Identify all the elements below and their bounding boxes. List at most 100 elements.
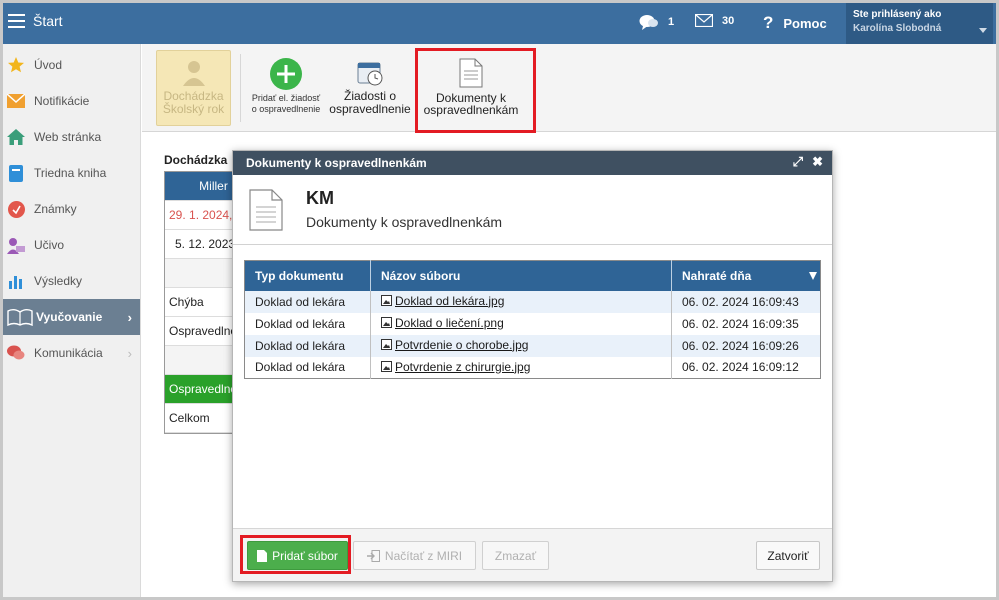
sort-desc-icon[interactable] — [809, 272, 817, 280]
file-name: Doklad od lekára.jpg — [395, 293, 505, 308]
sidebar-item-komunikacia[interactable]: Komunikácia › — [3, 335, 140, 371]
file-name-cell: Doklad o liečení.png — [370, 312, 672, 335]
documents-dialog: Dokumenty k ospravedlnenkám ⤢ ✖ KM Dokum… — [232, 150, 833, 582]
user-label: Ste prihlásený ako — [853, 9, 942, 20]
help-button[interactable]: ? Pomoc — [763, 13, 827, 33]
uploaded-date-cell: 06. 02. 2024 16:09:26 — [671, 334, 821, 357]
delete-label: Zmazať — [494, 548, 537, 563]
table-row — [165, 346, 234, 375]
messages-count: 1 — [668, 16, 675, 28]
excuse-requests-button[interactable]: Žiadosti o ospravedlnenie — [326, 59, 414, 116]
sidebar-item-label: Učivo — [34, 238, 65, 252]
sidebar: Úvod Notifikácie Web stránka Triedna kni… — [3, 44, 141, 597]
file-link[interactable]: Potvrdenie z chirurgie.jpg — [381, 360, 530, 374]
add-excuse-request-button[interactable]: Pridať el. žiadosť o ospravedlnenie — [251, 57, 321, 115]
attendance-year-button[interactable]: Dochádzka Školský rok — [156, 50, 231, 126]
image-file-icon — [381, 317, 392, 329]
sidebar-item-uvod[interactable]: Úvod — [3, 47, 140, 83]
sidebar-item-notifikacie[interactable]: Notifikácie — [3, 83, 140, 119]
mail-button[interactable]: 30 — [695, 14, 734, 27]
sidebar-item-znamky[interactable]: Známky — [3, 191, 140, 227]
user-name: Karolína Slobodná — [853, 23, 942, 34]
chat-bubbles-icon — [639, 15, 658, 30]
file-name-cell: Potvrdenie z chirurgie.jpg — [370, 356, 672, 379]
sidebar-item-label: Notifikácie — [34, 94, 90, 108]
sidebar-item-triedna-kniha[interactable]: Triedna kniha — [3, 155, 140, 191]
table-row[interactable]: Doklad od lekára Doklad od lekára.jpg 06… — [244, 290, 821, 313]
attendance-table: Miller 29. 1. 2024, 5. 12. 2023 Chýba Os… — [164, 171, 234, 434]
sidebar-item-label: Výsledky — [34, 274, 83, 288]
top-bar: Štart 1 30 ? Pomoc Ste prihlásený ako Ka… — [3, 3, 996, 44]
bar-chart-icon — [7, 272, 25, 290]
file-name: Doklad o liečení.png — [395, 315, 504, 330]
sidebar-item-web-stranka[interactable]: Web stránka — [3, 119, 140, 155]
chat-icon — [7, 344, 25, 362]
table-row — [165, 259, 234, 288]
messages-button[interactable]: 1 — [639, 14, 674, 30]
sidebar-item-label: Úvod — [34, 58, 63, 72]
document-type-cell: Doklad od lekára — [244, 356, 371, 379]
plus-circle-icon — [251, 57, 321, 91]
image-file-icon — [381, 295, 392, 307]
file-name-cell: Doklad od lekára.jpg — [370, 290, 672, 313]
star-icon — [7, 56, 25, 74]
calendar-clock-icon — [326, 59, 414, 87]
table-row-excused-summary: Ospravedlnené — [165, 375, 234, 404]
document-type-cell: Doklad od lekára — [244, 334, 371, 357]
help-label: Pomoc — [783, 15, 827, 31]
dialog-title: KM — [306, 188, 334, 208]
sidebar-item-label: Komunikácia — [34, 346, 103, 360]
column-header-uploaded[interactable]: Nahraté dňa — [671, 260, 821, 291]
table-row[interactable]: Doklad od lekára Potvrdenie z chirurgie.… — [244, 356, 821, 379]
table-row[interactable]: Doklad od lekára Doklad o liečení.png 06… — [244, 312, 821, 335]
close-icon[interactable]: ✖ — [812, 155, 823, 168]
app-frame: Štart 1 30 ? Pomoc Ste prihlásený ako Ka… — [0, 0, 999, 600]
image-file-icon — [381, 339, 392, 351]
file-link[interactable]: Doklad od lekára.jpg — [381, 294, 504, 308]
user-menu[interactable]: Ste prihlásený ako Karolína Slobodná — [846, 3, 993, 44]
attendance-section-title: Dochádzka — [164, 153, 228, 167]
hamburger-menu-icon[interactable] — [8, 14, 25, 28]
excuse-requests-label: Žiadosti o ospravedlnenie — [329, 89, 411, 116]
column-header-uploaded-label: Nahraté dňa — [682, 268, 752, 283]
delete-button[interactable]: Zmazať — [482, 541, 549, 570]
import-icon — [366, 549, 380, 562]
chevron-right-icon: › — [127, 346, 132, 361]
app-title[interactable]: Štart — [33, 13, 63, 29]
file-link[interactable]: Potvrdenie o chorobe.jpg — [381, 338, 528, 352]
table-row-absence: Chýba — [165, 288, 234, 317]
uploaded-date-cell: 06. 02. 2024 16:09:35 — [682, 316, 799, 331]
file-link[interactable]: Doklad o liečení.png — [381, 316, 504, 330]
person-icon — [157, 58, 230, 86]
sidebar-item-vysledky[interactable]: Výsledky — [3, 263, 140, 299]
add-excuse-request-label: Pridať el. žiadosť o ospravedlnenie — [251, 93, 321, 114]
document-icon — [249, 189, 283, 234]
sidebar-item-label: Web stránka — [34, 130, 102, 144]
attendance-year-label: Dochádzka Školský rok — [162, 89, 225, 116]
toolbar-separator — [240, 54, 241, 122]
file-name: Potvrdenie z chirurgie.jpg — [395, 359, 531, 374]
dialog-header-title: Dokumenty k ospravedlnenkám — [246, 156, 427, 170]
table-date-cell: 29. 1. 2024, — [165, 201, 234, 230]
sidebar-item-vyucovanie[interactable]: Vyučovanie › — [3, 299, 140, 335]
sidebar-item-ucivo[interactable]: Učivo — [3, 227, 140, 263]
envelope-icon — [695, 14, 713, 27]
sidebar-item-label: Vyučovanie — [36, 310, 103, 324]
table-row-total: Celkom — [165, 404, 234, 433]
highlight-documents-button — [415, 48, 536, 133]
close-button[interactable]: Zatvoriť — [756, 541, 820, 570]
column-header-type[interactable]: Typ dokumentu — [244, 260, 371, 291]
load-from-miri-button[interactable]: Načítať z MIRI — [353, 541, 476, 570]
caret-down-icon — [979, 28, 987, 33]
book-icon — [7, 164, 25, 182]
file-name-cell: Potvrdenie o chorobe.jpg — [370, 334, 672, 357]
uploaded-date-cell: 06. 02. 2024 16:09:43 — [671, 290, 821, 313]
document-type-cell: Doklad od lekára — [244, 290, 371, 313]
uploaded-date-cell: 06. 02. 2024 16:09:12 — [682, 360, 799, 375]
documents-table: Typ dokumentu Názov súboru Nahraté dňa D… — [244, 260, 821, 379]
table-date-cell: 5. 12. 2023 — [165, 230, 234, 259]
maximize-icon[interactable]: ⤢ — [793, 155, 803, 168]
table-row[interactable]: Doklad od lekára Potvrdenie o chorobe.jp… — [244, 334, 821, 357]
dialog-subtitle: Dokumenty k ospravedlnenkám — [306, 214, 503, 230]
column-header-filename[interactable]: Názov súboru — [370, 260, 672, 291]
